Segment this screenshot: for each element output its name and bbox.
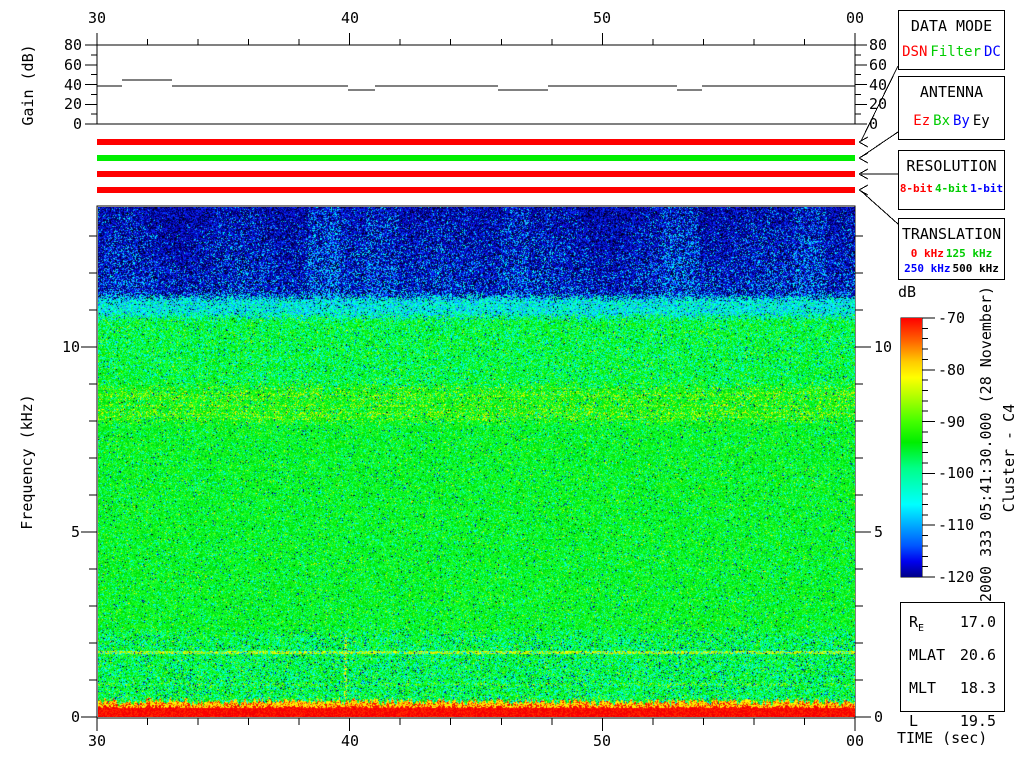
gain-tick-60-right: 60 [869,56,888,74]
translation-option-250khz: 250 kHz [904,262,951,275]
colorbar-tick-70: -70 [938,309,966,327]
gain-tick-40-right: 40 [869,76,888,94]
translation-title: TRANSLATION [901,225,1002,243]
antenna-title: ANTENNA [919,83,984,101]
freq-tick-10-left: 10 [61,338,80,356]
data-mode-option-dsn: DSN [902,44,928,60]
mlat-row: MLAT 20.6 [909,642,996,675]
freq-tick-10-right: 10 [874,338,893,356]
freq-tick-0-right: 0 [874,708,884,726]
resolution-option-1bit: 1-bit [970,182,1004,195]
translation-option-0khz: 0 kHz [910,247,944,260]
colorbar-tick-110: -110 [938,516,975,534]
translation-box: TRANSLATION 0 kHz 125 kHz 250 kHz 500 kH… [898,218,1005,280]
resolution-title: RESOLUTION [906,157,997,175]
translation-option-500khz: 500 kHz [952,262,999,275]
colorbar [901,318,922,577]
gain-tick-80-right: 80 [869,36,888,54]
data-mode-box: DATA MODE DSN Filter DC [898,10,1005,70]
data-mode-title: DATA MODE [910,17,993,35]
gain-tick-60-left: 60 [63,56,82,74]
resolution-status-bar [97,171,855,177]
bottom-tick-40: 40 [340,732,360,750]
colorbar-tick-120: -120 [938,568,975,586]
bottom-tick-50: 50 [592,732,612,750]
bottom-tick-30: 30 [87,732,107,750]
gain-tick-20-left: 20 [63,95,82,113]
gain-tick-80-left: 80 [63,36,82,54]
antenna-option-ez: Ez [913,113,931,129]
gain-tick-0-right: 0 [869,115,879,133]
re-value: 17.0 [959,613,996,631]
freq-tick-0-left: 0 [70,708,80,726]
mlat-value: 20.6 [959,646,996,664]
wbd-spectrogram-display: Gain (dB) Frequency (kHz) 30 40 50 00 80… [0,0,1024,768]
colorbar-tick-80: -80 [938,361,966,379]
spacecraft-label: Cluster - C4 [1000,403,1018,513]
resolution-option-8bit: 8-bit [899,182,933,195]
antenna-option-by: By [953,113,970,129]
colorbar-tick-90: -90 [938,413,966,431]
data-mode-status-bar [97,139,855,145]
top-tick-00: 00 [845,9,865,27]
frequency-axis-label: Frequency (kHz) [18,394,36,530]
colorbar-tick-100: -100 [938,464,975,482]
gain-tick-0-left: 0 [72,115,82,133]
top-tick-40: 40 [340,9,360,27]
colorbar-units-label: dB [898,283,917,301]
time-axis-label: TIME (sec) [897,729,988,747]
antenna-option-bx: Bx [933,113,950,129]
top-tick-50: 50 [592,9,612,27]
datetime-label: 2000 333 05:41:30.000 (28 November) [977,285,995,603]
data-mode-option-dc: DC [984,44,1001,60]
mlt-value: 18.3 [959,679,996,697]
bottom-tick-00: 00 [845,732,865,750]
gain-tick-20-right: 20 [869,95,888,113]
re-row: RE 17.0 [909,609,996,642]
mlat-label: MLAT [909,646,946,664]
spectrogram-canvas [98,207,855,717]
translation-status-bar [97,187,855,193]
resolution-option-4bit: 4-bit [934,182,969,195]
antenna-box: ANTENNA Ez Bx By Ey [898,76,1005,140]
data-mode-option-filter: Filter [930,44,981,60]
freq-tick-5-right: 5 [874,523,884,541]
mlt-row: MLT 18.3 [909,675,996,708]
translation-option-125khz: 125 kHz [945,247,993,260]
re-label: RE [909,613,925,634]
orbit-info-box: RE 17.0 MLAT 20.6 MLT 18.3 L 19.5 [900,602,1005,730]
mlt-label: MLT [909,679,937,697]
resolution-box: RESOLUTION 8-bit 4-bit 1-bit [898,150,1005,210]
freq-tick-5-left: 5 [70,523,80,541]
gain-axis-label: Gain (dB) [19,44,37,126]
antenna-option-ey: Ey [972,113,990,129]
antenna-status-bar [97,155,855,161]
gain-tick-40-left: 40 [63,76,82,94]
top-tick-30: 30 [87,9,107,27]
